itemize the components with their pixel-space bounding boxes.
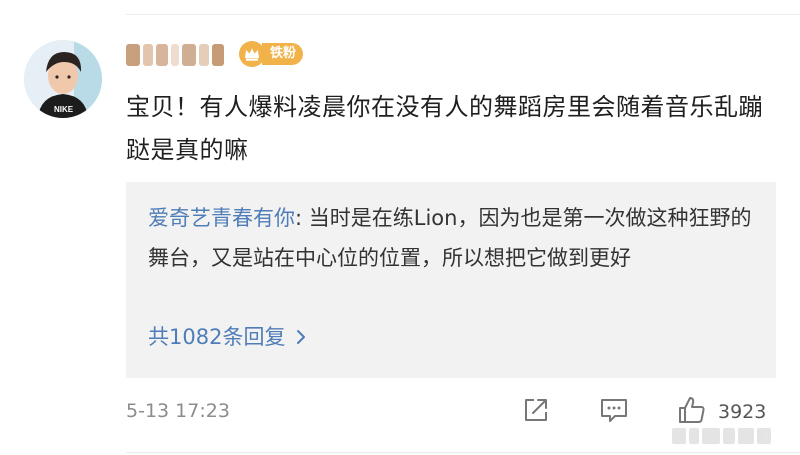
reply-count-label: 共1082条回复 [148, 325, 286, 349]
like-count: 3923 [718, 401, 767, 423]
avatar[interactable]: NIKE [24, 40, 102, 118]
fan-badge[interactable]: 铁粉 [238, 40, 304, 68]
badge-label: 铁粉 [262, 43, 304, 65]
action-bar: 3923 [0, 394, 800, 430]
chevron-right-icon [297, 330, 306, 344]
reply-author[interactable]: 爱奇艺青春有你 [148, 206, 295, 230]
share-icon[interactable] [520, 394, 552, 426]
watermark-blurred [672, 428, 782, 450]
bottom-divider [126, 452, 800, 453]
reply-separator: : [295, 206, 309, 230]
thumbs-up-icon[interactable] [676, 394, 708, 426]
reply-box[interactable]: 爱奇艺青春有你: 当时是在练Lion，因为也是第一次做这种狂野的舞台，又是站在中… [126, 182, 776, 378]
avatar-image: NIKE [24, 40, 102, 118]
top-divider [126, 14, 800, 15]
view-all-replies-link[interactable]: 共1082条回复 [148, 322, 307, 352]
reply-content: 爱奇艺青春有你: 当时是在练Lion，因为也是第一次做这种狂野的舞台，又是站在中… [148, 198, 760, 278]
comment-icon[interactable] [598, 394, 630, 426]
comment-text: 宝贝！有人爆料凌晨你在没有人的舞蹈房里会随着音乐乱蹦跶是真的嘛 [126, 93, 763, 164]
username-blurred[interactable] [126, 40, 230, 70]
svg-text:NIKE: NIKE [54, 105, 74, 114]
